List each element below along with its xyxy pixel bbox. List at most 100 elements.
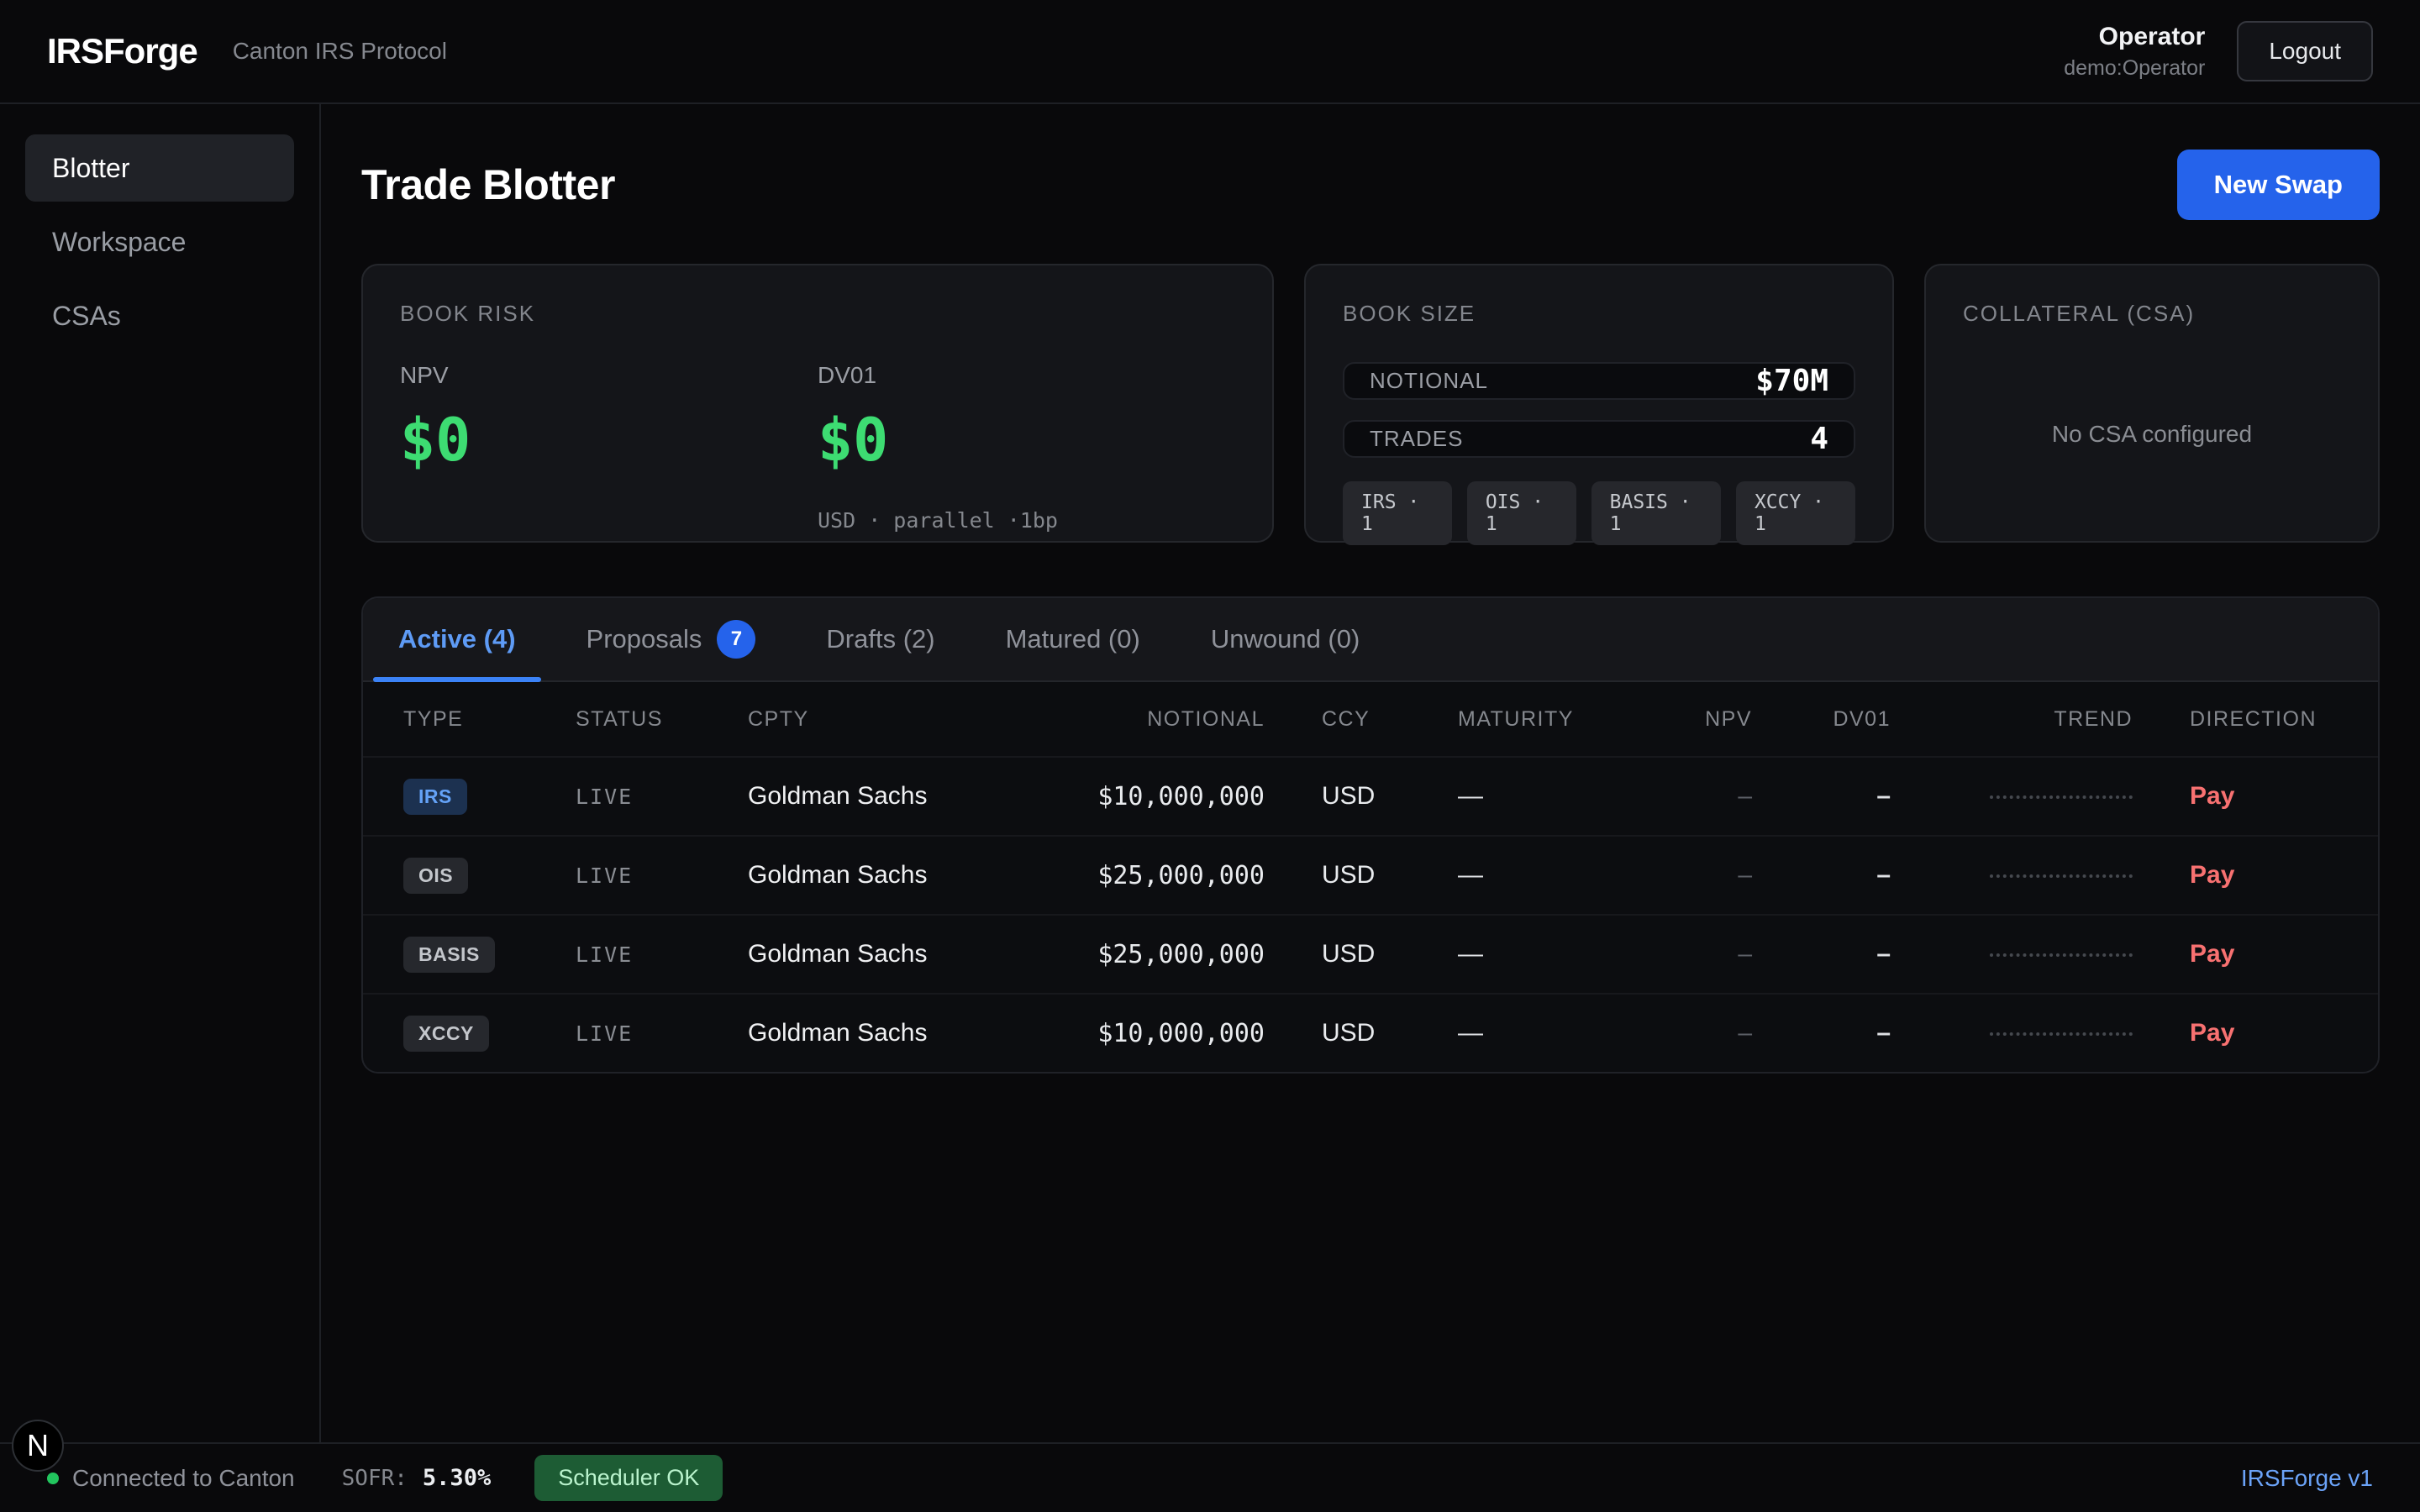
notional-cell: $10,000,000 xyxy=(1013,1019,1265,1048)
type-cell: BASIS xyxy=(403,937,576,973)
col-dv01: DV01 xyxy=(1752,707,1891,732)
maturity-cell: — xyxy=(1458,782,1668,811)
notional-cell: $25,000,000 xyxy=(1013,940,1265,969)
cpty-cell: Goldman Sachs xyxy=(748,940,1013,969)
col-npv: NPV xyxy=(1668,707,1752,732)
page-title: Trade Blotter xyxy=(361,160,615,209)
maturity-cell: — xyxy=(1458,940,1668,969)
trend-sparkline xyxy=(1990,795,2133,799)
collateral-empty-text: No CSA configured xyxy=(2052,421,2252,448)
col-status: STATUS xyxy=(576,707,748,732)
chip-basis: BASIS · 1 xyxy=(1591,481,1721,545)
stat-cards: BOOK RISK NPV $0 DV01 $0 USD · parallel … xyxy=(361,264,2380,543)
status-cell: LIVE xyxy=(576,785,748,809)
new-swap-button[interactable]: New Swap xyxy=(2177,150,2380,220)
notional-value: $70M xyxy=(1755,364,1828,398)
dv01-metric: DV01 $0 USD · parallel ·1bp xyxy=(818,362,1235,533)
dv01-cell: – xyxy=(1752,782,1891,811)
trend-cell xyxy=(1891,1019,2133,1047)
app-subtitle: Canton IRS Protocol xyxy=(233,38,447,65)
ccy-cell: USD xyxy=(1265,782,1458,811)
status-cell: LIVE xyxy=(576,864,748,888)
version-link[interactable]: IRSForge v1 xyxy=(2241,1465,2373,1492)
ccy-cell: USD xyxy=(1265,1019,1458,1047)
sidebar-item-workspace[interactable]: Workspace xyxy=(25,208,294,276)
col-trend: TREND xyxy=(1891,707,2133,732)
status-bar: Connected to Canton SOFR: 5.30% Schedule… xyxy=(0,1442,2420,1512)
cpty-cell: Goldman Sachs xyxy=(748,782,1013,811)
type-badge: IRS xyxy=(403,779,467,815)
tab-drafts[interactable]: Drafts (2) xyxy=(801,598,960,680)
npv-metric: NPV $0 xyxy=(400,362,818,533)
sidebar-item-blotter[interactable]: Blotter xyxy=(25,134,294,202)
ccy-cell: USD xyxy=(1265,861,1458,890)
proposals-count-badge: 7 xyxy=(717,620,755,659)
trades-value: 4 xyxy=(1810,422,1828,456)
status-cell: LIVE xyxy=(576,942,748,967)
type-badge: OIS xyxy=(403,858,468,894)
direction-cell: Pay xyxy=(2133,1019,2338,1047)
dv01-cell: – xyxy=(1752,940,1891,969)
tab-active-label: Active (4) xyxy=(398,624,516,654)
table-row[interactable]: BASIS LIVE Goldman Sachs $25,000,000 USD… xyxy=(363,914,2378,993)
trade-type-chips: IRS · 1 OIS · 1 BASIS · 1 XCCY · 1 xyxy=(1343,481,1855,545)
blotter-tabs: Active (4) Proposals 7 Drafts (2) Mature… xyxy=(363,598,2378,682)
top-bar: IRSForge Canton IRS Protocol Operator de… xyxy=(0,0,2420,104)
notional-cell: $10,000,000 xyxy=(1013,782,1265,811)
notional-label: NOTIONAL xyxy=(1370,368,1488,394)
connection-status-dot xyxy=(47,1473,59,1484)
col-type: TYPE xyxy=(403,707,576,732)
npv-value: $0 xyxy=(400,406,818,475)
type-cell: XCCY xyxy=(403,1016,576,1052)
trend-cell xyxy=(1891,861,2133,890)
npv-label: NPV xyxy=(400,362,818,389)
chip-irs: IRS · 1 xyxy=(1343,481,1452,545)
direction-cell: Pay xyxy=(2133,782,2338,811)
cpty-cell: Goldman Sachs xyxy=(748,861,1013,890)
npv-cell: – xyxy=(1668,1019,1752,1047)
tab-unwound[interactable]: Unwound (0) xyxy=(1186,598,1385,680)
dv01-label: DV01 xyxy=(818,362,1235,389)
page-head: Trade Blotter New Swap xyxy=(361,150,2380,220)
trades-row: TRADES 4 xyxy=(1343,420,1855,458)
status-cell: LIVE xyxy=(576,1021,748,1046)
trend-cell xyxy=(1891,782,2133,811)
app-logo: IRSForge xyxy=(47,31,197,71)
table-row[interactable]: XCCY LIVE Goldman Sachs $10,000,000 USD … xyxy=(363,993,2378,1072)
col-maturity: MATURITY xyxy=(1458,707,1668,732)
sidebar-item-csas[interactable]: CSAs xyxy=(25,282,294,349)
maturity-cell: — xyxy=(1458,861,1668,890)
col-direction: DIRECTION xyxy=(2133,707,2338,732)
sidebar: Blotter Workspace CSAs xyxy=(0,104,321,1442)
tab-proposals-label: Proposals xyxy=(587,624,702,654)
dv01-cell: – xyxy=(1752,861,1891,890)
type-cell: IRS xyxy=(403,779,576,815)
scheduler-status-badge: Scheduler OK xyxy=(534,1455,723,1501)
tab-matured[interactable]: Matured (0) xyxy=(981,598,1165,680)
logout-button[interactable]: Logout xyxy=(2237,21,2373,81)
type-badge: XCCY xyxy=(403,1016,489,1052)
npv-cell: – xyxy=(1668,940,1752,969)
dv01-note: USD · parallel ·1bp xyxy=(818,508,1235,533)
tab-active[interactable]: Active (4) xyxy=(373,598,541,680)
col-notional: NOTIONAL xyxy=(1013,707,1265,732)
chip-xccy: XCCY · 1 xyxy=(1736,481,1855,545)
notional-cell: $25,000,000 xyxy=(1013,861,1265,890)
collateral-label: COLLATERAL (CSA) xyxy=(1963,301,2341,327)
sofr-value: 5.30% xyxy=(423,1465,491,1491)
chip-ois: OIS · 1 xyxy=(1467,481,1576,545)
ccy-cell: USD xyxy=(1265,940,1458,969)
main-content: Trade Blotter New Swap BOOK RISK NPV $0 … xyxy=(321,104,2420,1442)
notional-row: NOTIONAL $70M xyxy=(1343,362,1855,400)
table-row[interactable]: OIS LIVE Goldman Sachs $25,000,000 USD —… xyxy=(363,835,2378,914)
type-cell: OIS xyxy=(403,858,576,894)
npv-cell: – xyxy=(1668,782,1752,811)
trend-cell xyxy=(1891,940,2133,969)
table-row[interactable]: IRS LIVE Goldman Sachs $10,000,000 USD —… xyxy=(363,756,2378,835)
connection-status-text: Connected to Canton xyxy=(72,1465,295,1492)
nextjs-dev-badge[interactable]: N xyxy=(12,1420,64,1472)
blotter-table-card: Active (4) Proposals 7 Drafts (2) Mature… xyxy=(361,596,2380,1074)
book-risk-card: BOOK RISK NPV $0 DV01 $0 USD · parallel … xyxy=(361,264,1274,543)
user-block: Operator demo:Operator xyxy=(2064,23,2205,81)
tab-proposals[interactable]: Proposals 7 xyxy=(561,598,781,680)
